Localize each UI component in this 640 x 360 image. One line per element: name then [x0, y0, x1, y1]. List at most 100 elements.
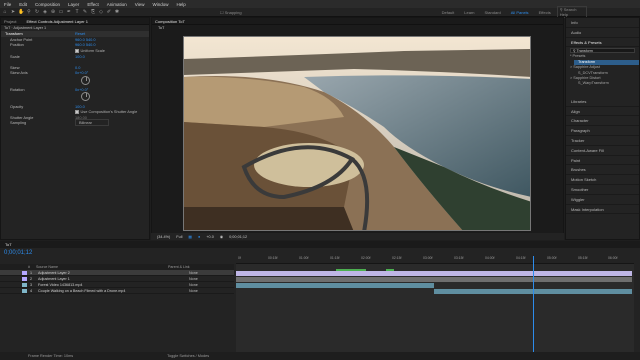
time-ruler[interactable]: 0f 00:15f 01:00f 01:15f 02:00f 02:15f 03… — [236, 256, 634, 264]
layer-color-swatch[interactable] — [22, 276, 27, 281]
layer-name[interactable]: Adjustment Layer 1 — [38, 277, 138, 281]
tab-effect-controls[interactable]: Effect Controls Adjustment Layer 1 — [26, 19, 88, 24]
brush-tool-icon[interactable]: ✎ — [82, 9, 88, 15]
effects-search-input[interactable]: ⚲ Transform — [570, 48, 635, 54]
grid-guides-icon[interactable]: ▦ — [188, 234, 192, 239]
layer-color-swatch[interactable] — [22, 270, 27, 275]
toggle-switches-modes[interactable]: Toggle Switches / Modes — [167, 354, 209, 358]
menu-effect[interactable]: Effect — [83, 2, 102, 7]
color-channels-icon[interactable]: ● — [198, 235, 200, 239]
wiggler-panel-header[interactable]: Wiggler — [566, 195, 639, 205]
character-panel-header[interactable]: Character — [566, 116, 639, 127]
rotation-dial[interactable] — [81, 92, 90, 102]
tab-project[interactable]: Project — [4, 19, 16, 24]
layer-bar-adjustment-1[interactable] — [236, 276, 632, 282]
menu-file[interactable]: File — [0, 2, 15, 7]
mask-interpolation-header[interactable]: Mask Interpolation — [566, 205, 639, 215]
selection-tool-icon[interactable]: ➤ — [10, 9, 16, 15]
menu-animation[interactable]: Animation — [103, 2, 131, 7]
layer-name[interactable]: Couple Walking on a Beach Filmed with a … — [38, 289, 163, 293]
resolution-dropdown[interactable]: Full — [176, 235, 182, 239]
layer-parent-dropdown[interactable]: None — [189, 283, 198, 287]
motion-sketch-header[interactable]: Motion Sketch — [566, 175, 639, 185]
puppet-tool-icon[interactable]: ✱ — [114, 9, 120, 15]
layer-parent-dropdown[interactable]: None — [189, 271, 198, 275]
layer-bar-adjustment-2[interactable] — [236, 270, 632, 276]
snapping-toggle[interactable]: ☐ Snapping — [220, 10, 242, 15]
exposure-value[interactable]: +0.0 — [206, 235, 214, 239]
menu-edit[interactable]: Edit — [15, 2, 31, 7]
audio-panel-header[interactable]: Audio — [566, 28, 639, 38]
ec-value[interactable]: 100.0 — [75, 54, 85, 59]
effects-presets-header[interactable]: Effects & Presets — [566, 38, 639, 48]
zoom-tool-icon[interactable]: ⚲ — [26, 9, 32, 15]
info-panel-header[interactable]: Info — [566, 18, 639, 28]
rectangle-tool-icon[interactable]: ▭ — [58, 9, 64, 15]
ec-label: Rotation — [10, 87, 25, 93]
layer-parent-dropdown[interactable]: None — [189, 289, 198, 293]
workspace-effects[interactable]: Effects — [539, 10, 551, 15]
layer-row[interactable]: 4 Couple Walking on a Beach Filmed with … — [0, 288, 234, 294]
column-source-name[interactable]: Source Name — [36, 265, 58, 269]
layer-name[interactable]: Adjustment Layer 2 — [38, 271, 138, 275]
composition-subtab[interactable]: ToT — [152, 25, 563, 31]
timeline-timecode[interactable]: 0;00;01;12 — [4, 250, 32, 256]
layer-parent-dropdown[interactable]: None — [189, 277, 198, 281]
ec-value[interactable]: 0.0 — [75, 65, 80, 70]
home-icon[interactable]: ⌂ — [2, 9, 8, 15]
paint-panel-header[interactable]: Paint — [566, 156, 639, 166]
menu-window[interactable]: Window — [148, 2, 172, 7]
rotate-tool-icon[interactable]: ↻ — [34, 9, 40, 15]
timeline-tracks[interactable] — [236, 264, 634, 352]
libraries-panel-header[interactable]: Libraries — [566, 97, 639, 107]
magnification-dropdown[interactable]: (34.4%) — [157, 235, 170, 239]
ruler-tick: 02:00f — [361, 256, 371, 260]
ruler-tick: 00:15f — [268, 256, 278, 260]
ec-value[interactable]: 0x+0.0° — [75, 87, 88, 92]
layer-color-swatch[interactable] — [22, 288, 27, 293]
frame-render-time: Frame Render Time: 10ms — [28, 354, 74, 358]
eraser-tool-icon[interactable]: ◇ — [98, 9, 104, 15]
tracker-panel-header[interactable]: Tracker — [566, 136, 639, 146]
ec-value[interactable]: 100.0 — [75, 104, 85, 109]
ec-row-sampling: Sampling Bilinear — [1, 119, 149, 127]
smoother-panel-header[interactable]: Smoother — [566, 185, 639, 195]
align-panel-header[interactable]: Align — [566, 107, 639, 117]
roto-brush-tool-icon[interactable]: ✐ — [106, 9, 112, 15]
hand-tool-icon[interactable]: ✋ — [18, 9, 24, 15]
camera-tool-icon[interactable]: ◈ — [42, 9, 48, 15]
type-tool-icon[interactable]: T — [74, 9, 80, 15]
menu-view[interactable]: View — [131, 2, 149, 7]
menu-layer[interactable]: Layer — [64, 2, 83, 7]
snapshot-icon[interactable]: ◉ — [220, 234, 223, 239]
paragraph-panel-header[interactable]: Paragraph — [566, 126, 639, 136]
menu-help[interactable]: Help — [172, 2, 189, 7]
workspace-learn[interactable]: Learn — [464, 10, 474, 15]
ec-value[interactable]: 0x+0.0° — [75, 70, 88, 75]
content-aware-fill-header[interactable]: Content-Aware Fill — [566, 146, 639, 156]
workspace-all-panels[interactable]: All Panels — [511, 10, 529, 15]
workspace-default[interactable]: Default — [442, 10, 455, 15]
comp-shutter-checkbox[interactable]: Use Composition's Shutter Angle — [75, 109, 137, 114]
timeline-tab[interactable]: ToT — [0, 241, 640, 248]
tab-composition[interactable]: Composition ToT — [155, 19, 185, 24]
pen-tool-icon[interactable]: ✒ — [66, 9, 72, 15]
sampling-dropdown[interactable]: Bilinear — [75, 119, 109, 127]
workspace-standard[interactable]: Standard — [485, 10, 501, 15]
layer-bar-forest-video[interactable] — [236, 282, 434, 288]
layer-name[interactable]: Forest Video 1436813.mp4 — [38, 283, 138, 287]
composition-viewer-image[interactable] — [183, 36, 531, 231]
ec-value[interactable]: 960.0 540.0 — [75, 42, 96, 47]
pan-behind-tool-icon[interactable]: ⊕ — [50, 9, 56, 15]
ec-transform-reset[interactable]: Reset — [75, 31, 85, 36]
skew-axis-dial[interactable] — [81, 75, 90, 85]
layer-color-swatch[interactable] — [22, 282, 27, 287]
current-time-display[interactable]: 0;00;01;12 — [229, 235, 247, 239]
clone-stamp-tool-icon[interactable]: ⎘ — [90, 9, 96, 15]
playhead[interactable] — [533, 256, 534, 352]
uniform-scale-checkbox[interactable]: Uniform Scale — [75, 48, 105, 53]
ec-value[interactable]: 960.0 540.0 — [75, 37, 96, 42]
menu-composition[interactable]: Composition — [31, 2, 64, 7]
brushes-panel-header[interactable]: Brushes — [566, 165, 639, 176]
column-parent[interactable]: Parent & Link — [168, 265, 190, 269]
